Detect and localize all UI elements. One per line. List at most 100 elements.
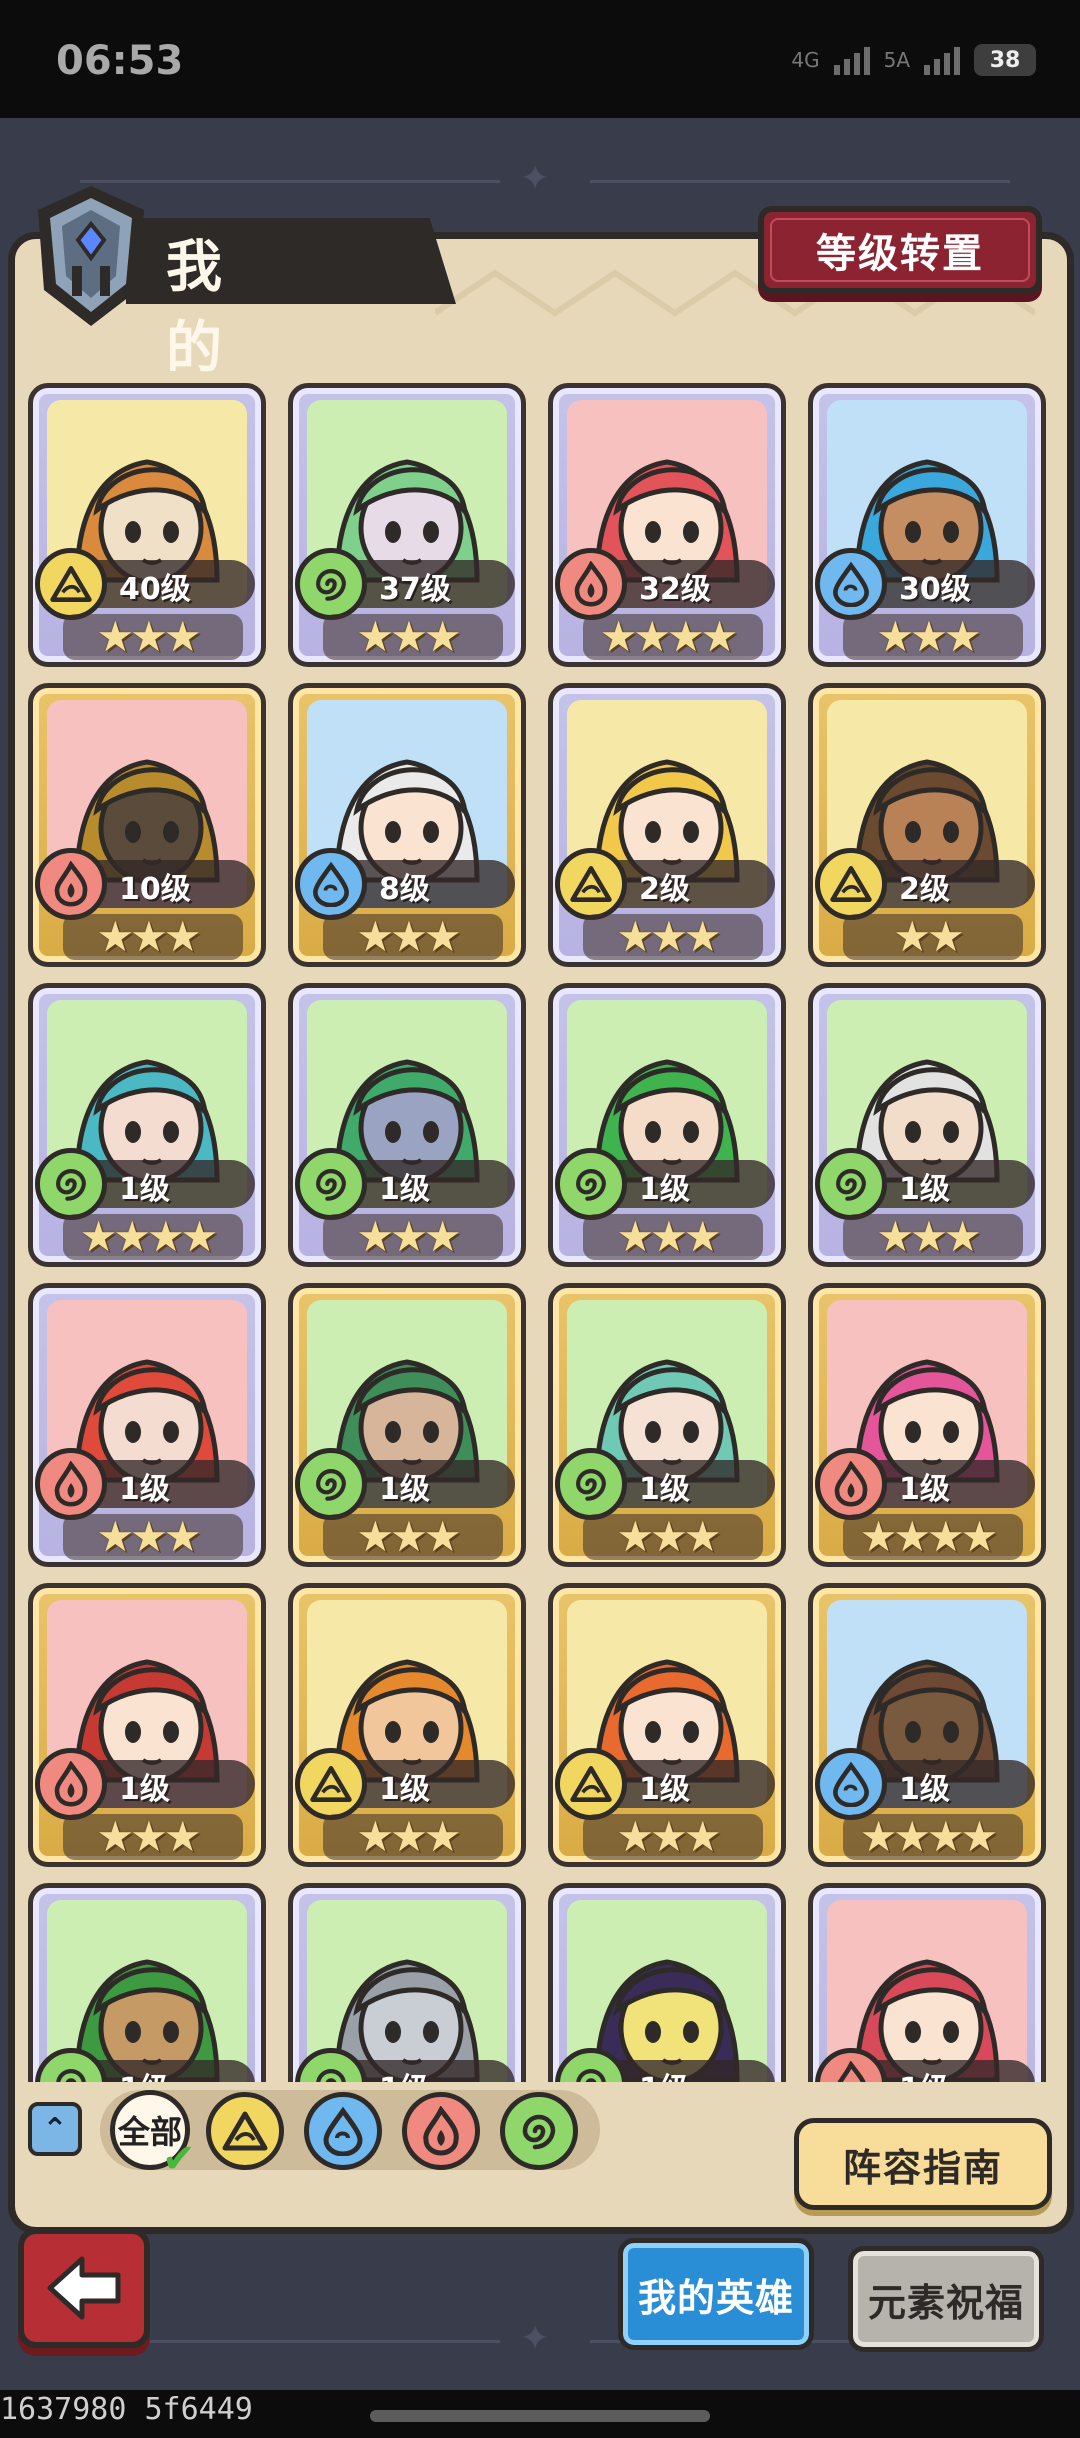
wind-element-icon	[35, 1148, 107, 1220]
hero-level: 32级	[639, 572, 711, 607]
hero-card[interactable]: 8级 ★★★	[288, 683, 526, 967]
filter-wind-button[interactable]	[500, 2092, 578, 2170]
hero-card[interactable]: 30级 ★★★	[808, 383, 1046, 667]
fire-element-icon	[35, 848, 107, 920]
fire-element-icon	[555, 548, 627, 620]
hero-stars: ★★★	[96, 612, 202, 661]
hero-stars: ★★★★	[79, 1212, 219, 1261]
decor-diamond-icon: ✦	[520, 158, 551, 199]
hero-stars: ★★★	[616, 1212, 722, 1261]
status-bar: 06:53 4G 5A 38	[0, 0, 1080, 118]
hero-card[interactable]: 32级 ★★★★	[548, 383, 786, 667]
hero-stars: ★★★	[356, 912, 462, 961]
hero-card[interactable]: 2级 ★★★	[548, 683, 786, 967]
hero-level: 1级	[899, 1772, 950, 1807]
hero-card[interactable]: 1级	[548, 1883, 786, 2082]
hero-card[interactable]: 1级	[808, 1883, 1046, 2082]
hero-level: 2级	[639, 872, 690, 907]
fire-element-icon	[35, 1748, 107, 1820]
hero-card[interactable]: 1级 ★★★	[28, 1283, 266, 1567]
fire-element-icon	[35, 1448, 107, 1520]
hero-card[interactable]: 1级 ★★★★	[28, 983, 266, 1267]
decor-line	[590, 180, 1010, 183]
hero-card[interactable]: 1级 ★★★★	[808, 1583, 1046, 1867]
hero-card[interactable]: 1级 ★★★	[28, 1583, 266, 1867]
battery-icon: 38	[974, 44, 1036, 76]
hero-card[interactable]: 37级 ★★★	[288, 383, 526, 667]
hero-card[interactable]: 1级	[288, 1883, 526, 2082]
earth-element-icon	[555, 1748, 627, 1820]
filter-earth-button[interactable]	[206, 2092, 284, 2170]
hero-stars: ★★★	[616, 1512, 722, 1561]
tab-my-heroes[interactable]: 我的英雄	[618, 2238, 814, 2350]
helmet-icon	[38, 186, 144, 326]
wind-element-icon	[815, 1148, 887, 1220]
hero-card[interactable]: 1级 ★★★	[548, 1283, 786, 1567]
hero-level: 10级	[119, 872, 191, 907]
hero-stars: ★★★	[876, 612, 982, 661]
lineup-guide-button[interactable]: 阵容指南	[794, 2118, 1052, 2210]
water-element-icon	[815, 1748, 887, 1820]
filter-fire-button[interactable]	[402, 2092, 480, 2170]
wind-element-icon	[555, 1148, 627, 1220]
collapse-button[interactable]: ⌃	[28, 2102, 82, 2156]
hero-card[interactable]: 40级 ★★★	[28, 383, 266, 667]
hero-level: 40级	[119, 572, 191, 607]
signal-label-2: 5A	[883, 48, 910, 72]
hero-stars: ★★★	[876, 1212, 982, 1261]
back-button[interactable]	[18, 2228, 150, 2348]
home-indicator[interactable]	[370, 2410, 710, 2422]
filter-water-button[interactable]	[304, 2092, 382, 2170]
hero-level: 2级	[899, 872, 950, 907]
hero-card[interactable]: 1级 ★★★	[288, 983, 526, 1267]
hero-level: 1级	[639, 1472, 690, 1507]
hero-level: 1级	[119, 1472, 170, 1507]
wind-element-icon	[295, 548, 367, 620]
checkmark-icon: ✔	[162, 2136, 196, 2182]
status-time: 06:53	[56, 38, 184, 84]
wind-element-icon	[522, 2114, 556, 2150]
hero-level: 1级	[379, 1172, 430, 1207]
hero-level: 37级	[379, 572, 451, 607]
hero-stars: ★★★	[356, 1212, 462, 1261]
hero-level: 1级	[379, 1772, 430, 1807]
earth-element-icon	[35, 548, 107, 620]
hero-card[interactable]: 1级 ★★★	[548, 983, 786, 1267]
earth-element-icon	[222, 2111, 268, 2151]
hero-stars: ★★★★	[859, 1812, 999, 1861]
hero-card[interactable]: 1级	[28, 1883, 266, 2082]
hero-stars: ★★★	[96, 1512, 202, 1561]
hero-stars: ★★★★	[859, 1512, 999, 1561]
debug-text: 1637980 5f6449	[0, 2392, 253, 2427]
hero-card[interactable]: 1级 ★★★	[548, 1583, 786, 1867]
hero-card[interactable]: 1级 ★★★	[808, 983, 1046, 1267]
wind-element-icon	[555, 1448, 627, 1520]
hero-level: 1级	[639, 1172, 690, 1207]
earth-element-icon	[815, 848, 887, 920]
hero-stars: ★★★	[616, 912, 722, 961]
hero-stars: ★★★	[356, 1512, 462, 1561]
hero-level: 1级	[639, 1772, 690, 1807]
hero-grid: 40级 ★★★ 37级 ★★★ 32级 ★★★★ 30级 ★★★ 10级 ★★★ 8级 ★★★ 2级 ★★…	[20, 375, 1060, 2082]
hero-card[interactable]: 1级 ★★★	[288, 1583, 526, 1867]
hero-card[interactable]: 1级 ★★★	[288, 1283, 526, 1567]
earth-element-icon	[555, 848, 627, 920]
hero-stars: ★★★	[96, 912, 202, 961]
hero-stars: ★★★★	[599, 612, 739, 661]
hero-stars: ★★★	[356, 1812, 462, 1861]
hero-card[interactable]: 1级 ★★★★	[808, 1283, 1046, 1567]
hero-stars: ★★★	[96, 1812, 202, 1861]
hero-card[interactable]: 2级 ★★	[808, 683, 1046, 967]
hero-stars: ★★★	[616, 1812, 722, 1861]
level-reset-button[interactable]: 等级转置	[758, 206, 1042, 294]
hero-level: 1级	[119, 1172, 170, 1207]
status-icons: 4G 5A 38	[791, 44, 1036, 76]
hero-stars: ★★★	[356, 612, 462, 661]
wind-element-icon	[295, 1448, 367, 1520]
tab-element-blessing[interactable]: 元素祝福	[848, 2246, 1044, 2352]
hero-card[interactable]: 10级 ★★★	[28, 683, 266, 967]
signal-label-1: 4G	[791, 48, 820, 72]
signal-icon	[924, 45, 960, 75]
hero-level: 1级	[899, 1172, 950, 1207]
hero-level: 8级	[379, 872, 430, 907]
